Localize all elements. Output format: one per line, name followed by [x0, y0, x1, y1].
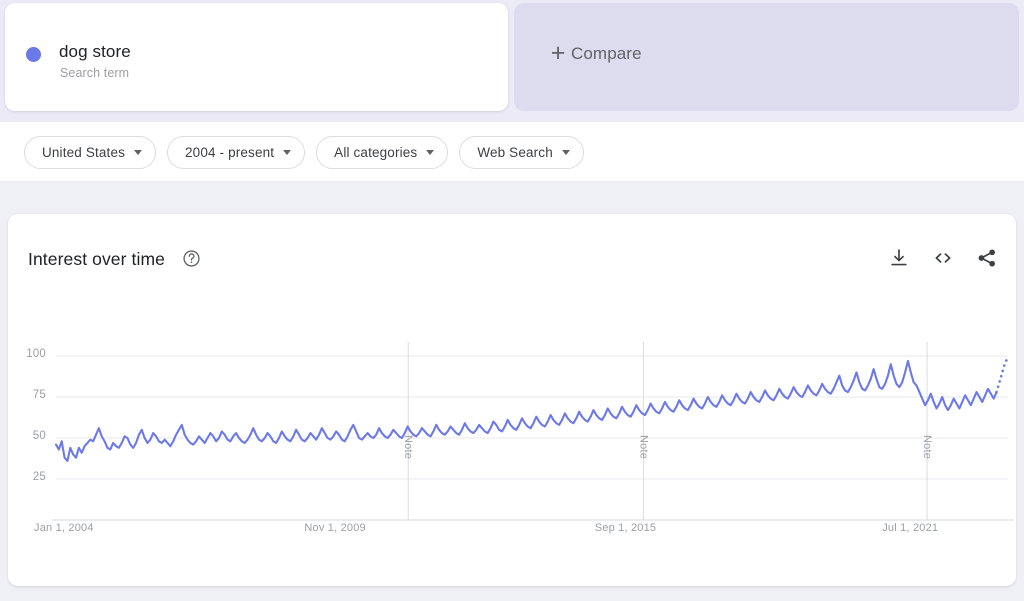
filter-timerange-dropdown[interactable]: 2004 - present — [167, 136, 306, 169]
add-comparison-button[interactable]: + Compare — [514, 3, 1019, 111]
series-color-dot — [26, 47, 41, 62]
filter-searchtype-label: Web Search — [477, 145, 553, 160]
search-term-type: Search term — [60, 66, 130, 80]
filter-chip-group: United States 2004 - present All categor… — [24, 136, 584, 169]
filter-location-dropdown[interactable]: United States — [24, 136, 156, 169]
filter-timerange-label: 2004 - present — [185, 145, 275, 160]
chart-note-marker-label[interactable]: Note — [921, 435, 933, 459]
chart-plot-area: 100 75 50 25 Note Note Note Jan 1, 2004 Nov 1, 2… — [8, 214, 1016, 586]
plus-icon: + — [550, 39, 566, 67]
trend-line-chart — [52, 342, 1014, 521]
y-axis-tick-label: 75 — [32, 389, 46, 401]
interest-over-time-card: Interest over time 100 75 50 25 Note Not… — [8, 214, 1016, 586]
filter-location-label: United States — [42, 145, 125, 160]
search-term-card[interactable]: dog store Search term — [5, 3, 508, 111]
terms-row: dog store Search term + Compare — [0, 0, 1024, 114]
chevron-down-icon — [134, 150, 142, 155]
filter-bar: United States 2004 - present All categor… — [0, 122, 1024, 181]
filter-category-label: All categories — [334, 145, 418, 160]
x-axis-tick-label: Sep 1, 2015 — [594, 522, 657, 534]
x-axis-tick-label: Jan 1, 2004 — [34, 522, 94, 534]
chevron-down-icon — [561, 150, 570, 155]
search-terms-band: dog store Search term + Compare United S… — [0, 0, 1024, 186]
chevron-down-icon — [426, 150, 435, 155]
x-axis-tick-label: Nov 1, 2009 — [304, 522, 366, 534]
x-axis-tick-label: Jul 1, 2021 — [882, 522, 939, 534]
compare-label: Compare — [571, 44, 642, 63]
chart-note-marker-label[interactable]: Note — [637, 435, 649, 459]
y-axis-tick-label: 25 — [32, 471, 46, 483]
chart-note-marker-label[interactable]: Note — [402, 435, 414, 459]
chevron-down-icon — [283, 150, 292, 155]
y-axis-tick-label: 50 — [32, 430, 46, 442]
y-axis-tick-label: 100 — [26, 348, 46, 360]
filter-category-dropdown[interactable]: All categories — [316, 136, 449, 169]
filter-searchtype-dropdown[interactable]: Web Search — [459, 136, 584, 169]
search-term-label: dog store — [59, 42, 131, 61]
